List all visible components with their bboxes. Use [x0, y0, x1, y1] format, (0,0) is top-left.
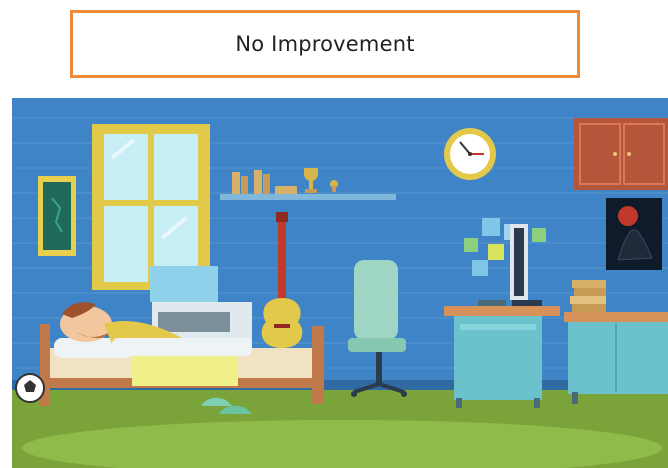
wall-clock-icon: [444, 128, 496, 180]
status-banner-label: No Improvement: [235, 32, 415, 56]
book-stack-icon: [570, 280, 606, 312]
status-banner: No Improvement: [70, 10, 580, 78]
sideboard-icon: [564, 312, 668, 404]
framed-picture-icon: [38, 176, 76, 256]
poster-icon: [606, 198, 662, 270]
bedroom-illustration: [12, 98, 668, 468]
soccer-ball-icon: [15, 373, 45, 403]
window-icon: [92, 124, 210, 290]
cabinet-icon: [574, 118, 668, 190]
